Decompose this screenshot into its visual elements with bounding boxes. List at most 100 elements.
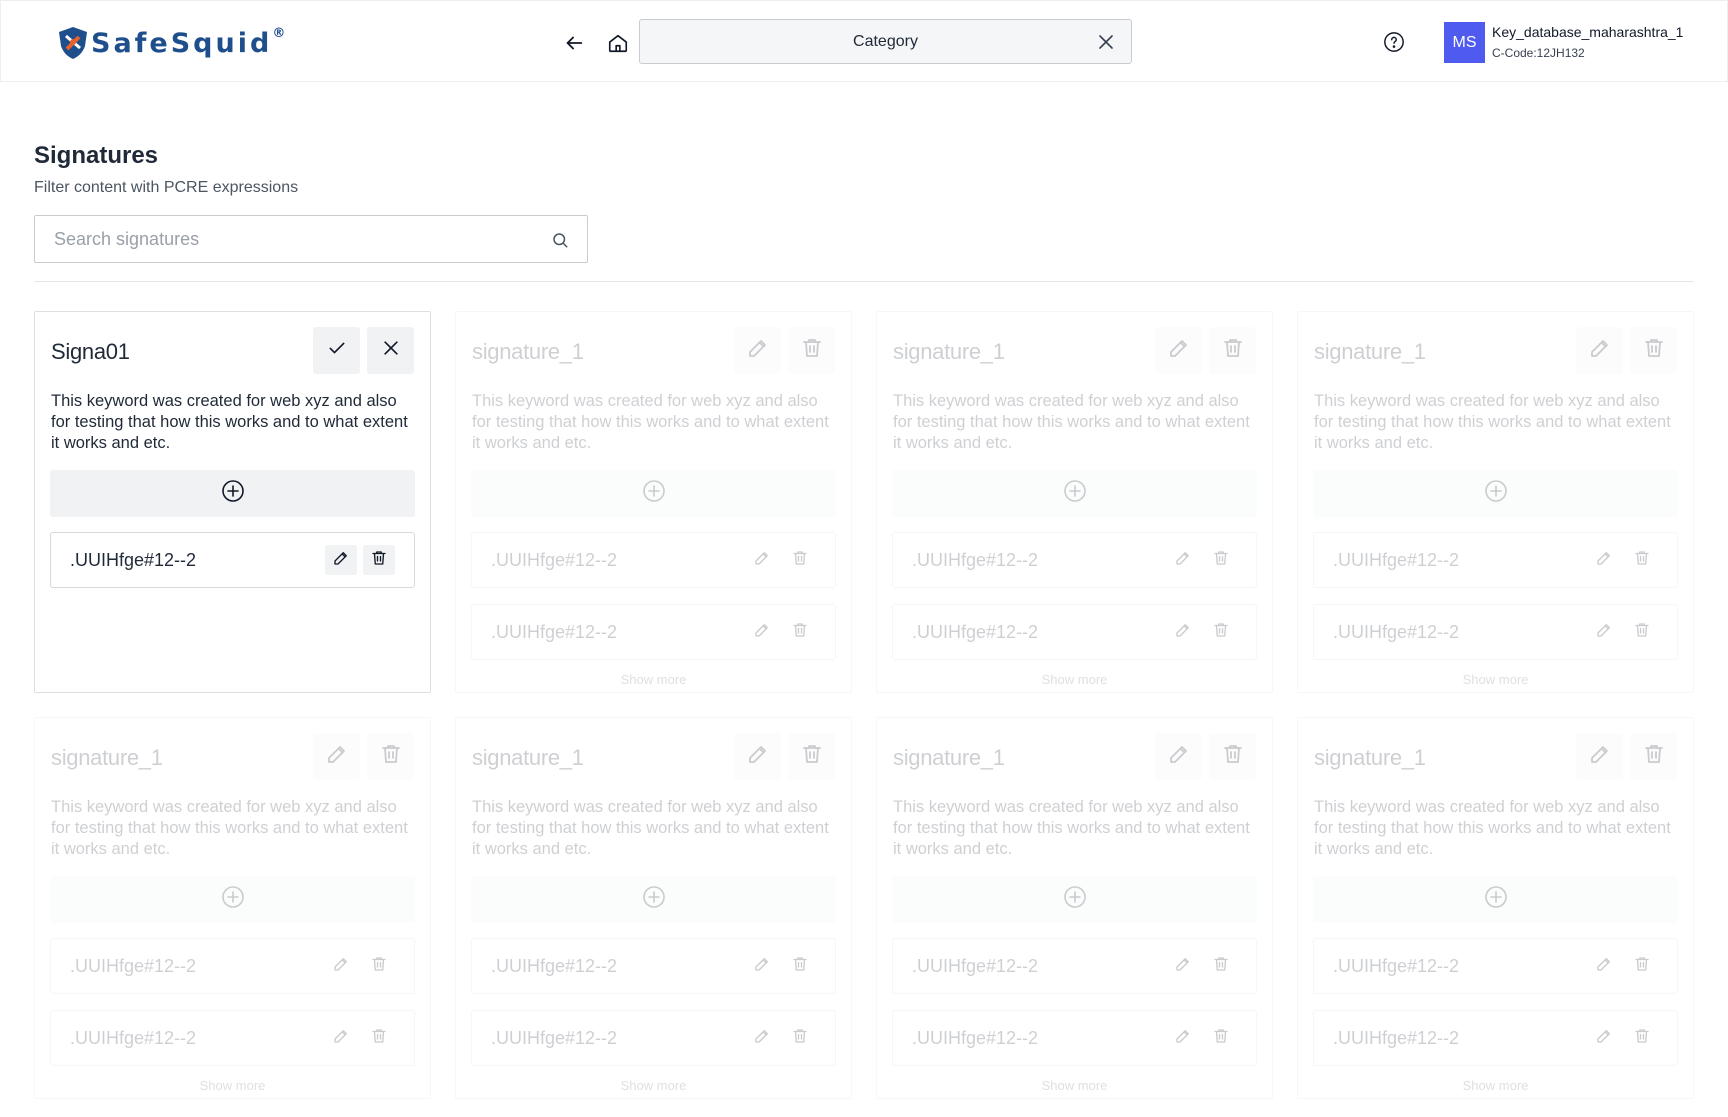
trash-icon	[791, 549, 809, 572]
delete-pattern-button[interactable]	[1205, 617, 1237, 647]
show-more-link[interactable]: Show more	[877, 1078, 1272, 1093]
signature-title[interactable]: Signa01	[51, 339, 130, 365]
show-more-link[interactable]: Show more	[456, 1078, 851, 1093]
pattern-row: .UUIHfge#12--2	[471, 1010, 836, 1066]
delete-pattern-button[interactable]	[1205, 951, 1237, 981]
delete-button[interactable]	[788, 327, 835, 374]
category-selector[interactable]: Category	[639, 19, 1132, 64]
cancel-button[interactable]	[367, 327, 414, 374]
edit-button[interactable]	[1576, 733, 1623, 780]
show-more-link[interactable]: Show more	[1298, 1078, 1693, 1093]
trash-icon	[1212, 621, 1230, 644]
delete-pattern-button[interactable]	[363, 951, 395, 981]
delete-pattern-button[interactable]	[363, 1023, 395, 1053]
pencil-icon	[753, 621, 771, 644]
delete-pattern-button[interactable]	[784, 951, 816, 981]
signature-description: This keyword was created for web xyz and…	[893, 798, 1250, 858]
edit-pattern-button[interactable]	[1588, 1023, 1620, 1053]
trash-icon	[370, 955, 388, 978]
trash-icon	[1633, 549, 1651, 572]
edit-pattern-button[interactable]	[746, 951, 778, 981]
add-pattern-button[interactable]	[892, 470, 1257, 517]
add-pattern-button[interactable]	[1313, 470, 1678, 517]
back-arrow-icon[interactable]	[559, 28, 589, 58]
delete-pattern-button[interactable]	[363, 545, 395, 575]
pattern-text: .UUIHfge#12--2	[70, 1028, 197, 1048]
delete-pattern-button[interactable]	[1626, 951, 1658, 981]
edit-button[interactable]	[734, 327, 781, 374]
add-pattern-button[interactable]	[471, 876, 836, 923]
edit-pattern-button[interactable]	[325, 951, 357, 981]
delete-button[interactable]	[1630, 327, 1677, 374]
edit-pattern-button[interactable]	[1167, 951, 1199, 981]
help-icon[interactable]	[1381, 29, 1407, 55]
search-input[interactable]	[35, 216, 587, 262]
delete-button[interactable]	[1209, 327, 1256, 374]
pattern-text: .UUIHfge#12--2	[1333, 550, 1460, 570]
show-more-link[interactable]: Show more	[35, 1078, 430, 1093]
edit-pattern-button[interactable]	[1588, 545, 1620, 575]
trash-icon	[791, 621, 809, 644]
delete-pattern-button[interactable]	[1205, 1023, 1237, 1053]
trash-icon	[379, 742, 403, 771]
delete-pattern-button[interactable]	[784, 1023, 816, 1053]
home-icon[interactable]	[603, 28, 633, 58]
show-more-link[interactable]: Show more	[456, 672, 851, 687]
page-title: Signatures	[34, 142, 159, 169]
trash-icon	[1633, 955, 1651, 978]
pattern-text: .UUIHfge#12--2	[70, 956, 197, 976]
show-more-link[interactable]: Show more	[877, 672, 1272, 687]
delete-button[interactable]	[788, 733, 835, 780]
delete-pattern-button[interactable]	[1626, 545, 1658, 575]
delete-button[interactable]	[1630, 733, 1677, 780]
edit-pattern-button[interactable]	[325, 545, 357, 575]
signature-title: signature_1	[893, 745, 1005, 770]
delete-button[interactable]	[1209, 733, 1256, 780]
edit-button[interactable]	[734, 733, 781, 780]
add-pattern-button[interactable]	[471, 470, 836, 517]
pencil-icon	[1167, 742, 1191, 771]
edit-pattern-button[interactable]	[746, 1023, 778, 1053]
edit-pattern-button[interactable]	[746, 545, 778, 575]
delete-pattern-button[interactable]	[1626, 1023, 1658, 1053]
edit-button[interactable]	[1155, 733, 1202, 780]
pencil-icon	[325, 742, 349, 771]
pattern-text: .UUIHfge#12--2	[491, 1028, 618, 1048]
edit-pattern-button[interactable]	[1167, 617, 1199, 647]
confirm-button[interactable]	[313, 327, 360, 374]
delete-pattern-button[interactable]	[1205, 545, 1237, 575]
signature-description: This keyword was created for web xyz and…	[51, 392, 408, 452]
signature-card: signature_1 This keyword was created for …	[34, 717, 431, 1099]
add-pattern-button[interactable]	[892, 876, 1257, 923]
edit-pattern-button[interactable]	[746, 617, 778, 647]
delete-pattern-button[interactable]	[784, 545, 816, 575]
safesquid-logo[interactable]: SafeSquid®	[57, 25, 285, 61]
pencil-icon	[753, 1027, 771, 1050]
edit-pattern-button[interactable]	[1167, 1023, 1199, 1053]
signature-title: signature_1	[472, 745, 584, 770]
delete-pattern-button[interactable]	[784, 617, 816, 647]
delete-pattern-button[interactable]	[1626, 617, 1658, 647]
signature-title: signature_1	[472, 339, 584, 364]
pattern-text: .UUIHfge#12--2	[1333, 1028, 1460, 1048]
add-pattern-button[interactable]	[1313, 876, 1678, 923]
edit-pattern-button[interactable]	[1588, 951, 1620, 981]
show-more-link[interactable]: Show more	[1298, 672, 1693, 687]
edit-button[interactable]	[313, 733, 360, 780]
signature-title: signature_1	[1314, 339, 1426, 364]
close-icon[interactable]	[1095, 31, 1117, 53]
edit-pattern-button[interactable]	[1167, 545, 1199, 575]
add-pattern-button[interactable]	[50, 470, 415, 517]
trash-icon	[791, 955, 809, 978]
avatar[interactable]: MS	[1444, 22, 1485, 63]
pattern-row: .UUIHfge#12--2	[1313, 532, 1678, 588]
delete-button[interactable]	[367, 733, 414, 780]
add-pattern-button[interactable]	[50, 876, 415, 923]
trash-icon	[1221, 742, 1245, 771]
plus-circle-icon	[1063, 885, 1087, 914]
edit-pattern-button[interactable]	[1588, 617, 1620, 647]
edit-button[interactable]	[1576, 327, 1623, 374]
edit-pattern-button[interactable]	[325, 1023, 357, 1053]
signature-description: This keyword was created for web xyz and…	[893, 392, 1250, 452]
edit-button[interactable]	[1155, 327, 1202, 374]
